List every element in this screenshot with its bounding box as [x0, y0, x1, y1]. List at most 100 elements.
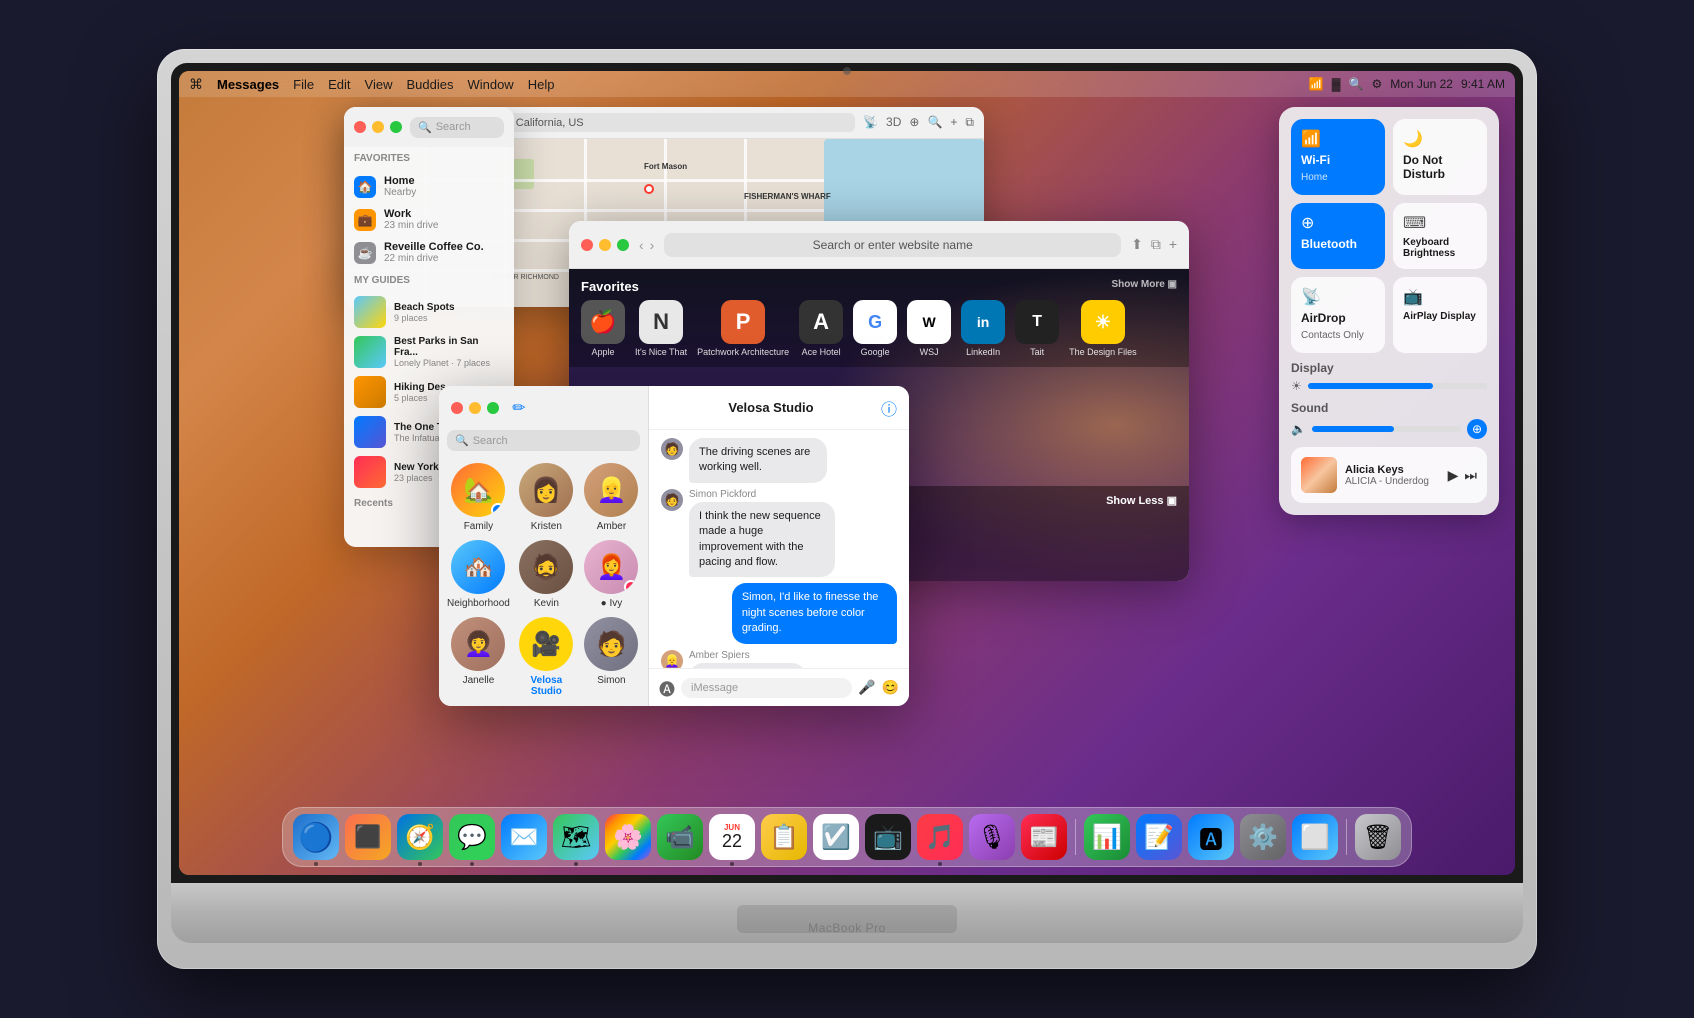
messages-window[interactable]: ✏ 🔍 Search 🏡 • — [439, 386, 909, 706]
info-button[interactable]: ⓘ — [881, 396, 897, 420]
maps-search-field[interactable]: 🔍 Search — [410, 117, 504, 138]
messages-search-field[interactable]: 🔍 Search — [447, 430, 640, 451]
contact-kristen[interactable]: 👩 Kristen — [518, 463, 575, 532]
fav-designfiles[interactable]: ☀ The Design Files — [1069, 300, 1137, 357]
apps-button[interactable]: 🅐 — [659, 676, 675, 700]
audio-button[interactable]: 🎤 — [858, 679, 875, 696]
maps-search-icon[interactable]: 🔍 — [927, 115, 942, 130]
guide-parks[interactable]: Best Parks in San Fra... Lonely Planet ·… — [344, 332, 514, 372]
control-center-icon[interactable]: ⚙ — [1371, 77, 1382, 91]
maps-add-icon[interactable]: + — [950, 115, 957, 130]
messages-min-btn[interactable] — [469, 402, 481, 414]
apple-menu[interactable]: ⌘ — [189, 76, 203, 93]
cc-airdrop-tile[interactable]: 📡 AirDrop Contacts Only — [1291, 277, 1385, 353]
back-icon[interactable]: ‹ — [639, 237, 644, 253]
maps-share-icon[interactable]: 📡 — [863, 115, 878, 130]
sidebar-favorite-coffee[interactable]: ☕ Reveille Coffee Co. 22 min drive — [344, 236, 514, 269]
contact-neighborhood[interactable]: 🏘️ Neighborhood — [447, 540, 510, 609]
compose-button[interactable]: ✏ — [507, 396, 531, 420]
contact-simon[interactable]: 🧑 Simon — [583, 617, 640, 697]
contact-ivy[interactable]: 👩‍🦰 ♥ ● Ivy — [583, 540, 640, 609]
menubar-view[interactable]: View — [365, 77, 393, 92]
contact-kevin[interactable]: 🧔 Kevin — [518, 540, 575, 609]
safari-share-icon[interactable]: ⬆ — [1131, 236, 1143, 253]
cc-dnd-tile[interactable]: 🌙 Do Not Disturb — [1393, 119, 1487, 195]
messages-titlebar: ✏ — [439, 386, 648, 430]
dock-messages[interactable]: 💬 — [449, 814, 495, 860]
brightness-slider[interactable] — [1308, 383, 1487, 389]
safari-add-tab-icon[interactable]: + — [1169, 236, 1177, 253]
dock-trash[interactable]: 🗑 — [1355, 814, 1401, 860]
dock-numbers[interactable]: 📊 — [1084, 814, 1130, 860]
dock-launchpad[interactable]: ⬛ — [345, 814, 391, 860]
emoji-button[interactable]: 😊 — [882, 679, 899, 696]
dock-facetime[interactable]: 📹 — [657, 814, 703, 860]
fav-acehotel[interactable]: A Ace Hotel — [799, 300, 843, 357]
fav-nicehat[interactable]: N It's Nice That — [635, 300, 687, 357]
sidebar-min-btn[interactable] — [372, 121, 384, 133]
fav-google[interactable]: G Google — [853, 300, 897, 357]
dock-podcasts[interactable]: 🎙 — [969, 814, 1015, 860]
sidebar-favorite-home[interactable]: 🏠 Home Nearby — [344, 170, 514, 203]
dock-appletv[interactable]: 📺 — [865, 814, 911, 860]
cc-wifi-tile[interactable]: 📶 Wi-Fi Home — [1291, 119, 1385, 195]
safari-close-btn[interactable] — [581, 239, 593, 251]
safari-min-btn[interactable] — [599, 239, 611, 251]
music-skip-btn[interactable]: ⏭ — [1464, 467, 1477, 484]
contact-velosa[interactable]: 🎥 Velosa Studio — [518, 617, 575, 697]
dock-calendar[interactable]: JUN 22 — [709, 814, 755, 860]
dock-music[interactable]: 🎵 — [917, 814, 963, 860]
messages-max-btn[interactable] — [487, 402, 499, 414]
cc-bluetooth-tile[interactable]: ⊕ Bluetooth — [1291, 203, 1385, 269]
maps-more-icon[interactable]: ⧉ — [965, 115, 974, 130]
volume-slider[interactable] — [1312, 426, 1461, 432]
maps-overlay-icon[interactable]: ⊕ — [909, 115, 919, 130]
wifi-menubar-icon[interactable]: 📶 — [1309, 77, 1324, 91]
contact-amber[interactable]: 👱‍♀️ Amber — [583, 463, 640, 532]
dock-finder[interactable]: 🔵 — [293, 814, 339, 860]
messages-close-btn[interactable] — [451, 402, 463, 414]
safari-address-bar[interactable]: Search or enter website name — [664, 233, 1121, 257]
fav-wsj[interactable]: W WSJ — [907, 300, 951, 357]
dock-pages[interactable]: 📝 — [1136, 814, 1182, 860]
dock-maps[interactable]: 🗺 — [553, 814, 599, 860]
fav-tait[interactable]: T Tait — [1015, 300, 1059, 357]
maps-3d-icon[interactable]: 3D — [886, 115, 901, 130]
contact-family[interactable]: 🏡 • Family — [447, 463, 510, 532]
safari-tabs-icon[interactable]: ⧉ — [1151, 236, 1161, 253]
dock-prefs[interactable]: ⚙️ — [1240, 814, 1286, 860]
menubar-app-name[interactable]: Messages — [217, 77, 279, 92]
dock-news[interactable]: 📰 — [1021, 814, 1067, 860]
volume-control-btn[interactable]: ⊕ — [1467, 419, 1487, 439]
imessage-input[interactable]: iMessage — [681, 678, 852, 698]
menubar-window[interactable]: Window — [467, 77, 513, 92]
sidebar-max-btn[interactable] — [390, 121, 402, 133]
brightness-fill — [1308, 383, 1433, 389]
dock-safari[interactable]: 🧭 — [397, 814, 443, 860]
sidebar-favorite-work[interactable]: 💼 Work 23 min drive — [344, 203, 514, 236]
dock-mail[interactable]: ✉️ — [501, 814, 547, 860]
menubar-buddies[interactable]: Buddies — [406, 77, 453, 92]
dock-photos[interactable]: 🌸 — [605, 814, 651, 860]
fav-patchwork[interactable]: P Patchwork Architecture — [697, 300, 789, 357]
dock-reminders[interactable]: ☑️ — [813, 814, 859, 860]
cc-keyboard-tile[interactable]: ⌨ Keyboard Brightness — [1393, 203, 1487, 269]
sidebar-close-btn[interactable] — [354, 121, 366, 133]
safari-max-btn[interactable] — [617, 239, 629, 251]
contact-janelle[interactable]: 👩‍🦱 Janelle — [447, 617, 510, 697]
trackpad[interactable] — [737, 905, 957, 933]
menubar-help[interactable]: Help — [528, 77, 555, 92]
cc-airplay-tile[interactable]: 📺 AirPlay Display — [1393, 277, 1487, 353]
guide-beach[interactable]: Beach Spots 9 places — [344, 292, 514, 332]
menubar-file[interactable]: File — [293, 77, 314, 92]
search-menubar-icon[interactable]: 🔍 — [1349, 77, 1364, 91]
menubar-edit[interactable]: Edit — [328, 77, 350, 92]
fav-linkedin[interactable]: in LinkedIn — [961, 300, 1005, 357]
dock-stickies[interactable]: 📋 — [761, 814, 807, 860]
dock-appstore[interactable]: 🅰 — [1188, 814, 1234, 860]
dock-freeform[interactable]: ⬜ — [1292, 814, 1338, 860]
music-play-btn[interactable]: ▶ — [1448, 467, 1459, 484]
forward-icon[interactable]: › — [650, 237, 655, 253]
fav-apple[interactable]: 🍎 Apple — [581, 300, 625, 357]
msg-row-3: 👱‍♀️ Amber Spiers Agreed! The ending is … — [661, 650, 897, 668]
